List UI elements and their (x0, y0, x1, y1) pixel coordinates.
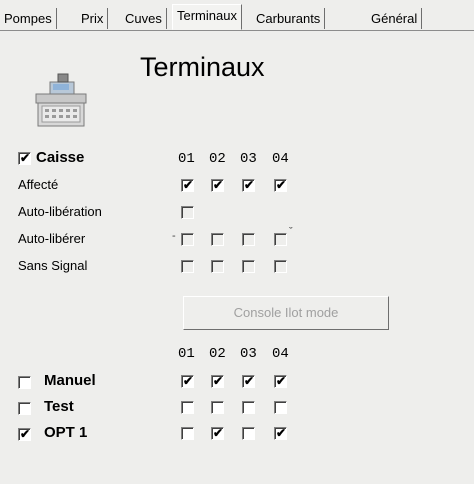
tab-prix[interactable]: Prix (77, 8, 109, 29)
opt1-checkbox[interactable]: ✔ (18, 427, 31, 441)
options-col-03: 03 (240, 346, 257, 362)
options-col-01: 01 (178, 346, 195, 362)
tab-bar: Pompes Prix Cuves Terminaux Carburants G… (0, 0, 474, 31)
manuel-checkbox[interactable] (18, 376, 31, 389)
opt1-03-checkbox[interactable] (242, 427, 255, 440)
sans-signal-01-checkbox[interactable] (181, 260, 194, 273)
sans-signal-04-checkbox[interactable] (274, 260, 287, 273)
affecte-03-checkbox[interactable]: ✔ (242, 178, 255, 192)
tab-carburants[interactable]: Carburants (252, 8, 326, 29)
manuel-02-checkbox[interactable]: ✔ (211, 374, 224, 388)
caisse-col-03: 03 (240, 151, 257, 167)
cash-register-icon (35, 73, 87, 127)
caisse-checkbox[interactable]: ✔ (18, 151, 31, 165)
affecte-01-checkbox[interactable]: ✔ (181, 178, 194, 192)
auto-liberer-04-checkbox[interactable] (274, 233, 287, 246)
test-02-checkbox[interactable] (211, 401, 224, 414)
test-checkbox[interactable] (18, 402, 31, 415)
auto-liberer-01-checkbox[interactable] (181, 233, 194, 246)
auto-liberer-03-checkbox[interactable] (242, 233, 255, 246)
row-label-sans-signal: Sans Signal (18, 258, 88, 273)
test-04-checkbox[interactable] (274, 401, 287, 414)
row-label-auto-liberer: Auto-libérer (18, 231, 86, 246)
page-title: Terminaux (140, 52, 265, 82)
test-03-checkbox[interactable] (242, 401, 255, 414)
caisse-label: Caisse (36, 149, 85, 166)
opt1-02-checkbox[interactable]: ✔ (211, 426, 224, 440)
console-ilot-mode-button[interactable]: Console Ilot mode (183, 296, 389, 330)
auto-liberation-01-checkbox[interactable] (181, 206, 194, 219)
row-label-affecte: Affecté (18, 177, 59, 192)
affecte-04-checkbox[interactable]: ✔ (274, 178, 287, 192)
manuel-03-checkbox[interactable]: ✔ (242, 374, 255, 388)
opt1-01-checkbox[interactable] (181, 427, 194, 440)
opt1-label: OPT 1 (44, 424, 88, 441)
affecte-02-checkbox[interactable]: ✔ (211, 178, 224, 192)
row-label-auto-liberation: Auto-libération (18, 204, 102, 219)
caisse-col-01: 01 (178, 151, 195, 167)
caisse-col-04: 04 (272, 151, 289, 167)
manuel-label: Manuel (44, 372, 96, 389)
tab-pompes[interactable]: Pompes (0, 8, 57, 29)
tab-terminaux[interactable]: Terminaux (172, 4, 242, 30)
manuel-04-checkbox[interactable]: ✔ (274, 374, 287, 388)
options-col-04: 04 (272, 346, 289, 362)
tab-cuves[interactable]: Cuves (121, 8, 167, 29)
manuel-01-checkbox[interactable]: ✔ (181, 374, 194, 388)
dash-mark: - (172, 230, 176, 242)
test-01-checkbox[interactable] (181, 401, 194, 414)
opt1-04-checkbox[interactable]: ✔ (274, 426, 287, 440)
options-col-02: 02 (209, 346, 226, 362)
tab-general[interactable]: Général (367, 8, 423, 29)
auto-liberer-02-checkbox[interactable] (211, 233, 224, 246)
sans-signal-03-checkbox[interactable] (242, 260, 255, 273)
test-label: Test (44, 398, 74, 415)
sans-signal-02-checkbox[interactable] (211, 260, 224, 273)
caret-mark: ˇ (289, 226, 293, 238)
caisse-col-02: 02 (209, 151, 226, 167)
